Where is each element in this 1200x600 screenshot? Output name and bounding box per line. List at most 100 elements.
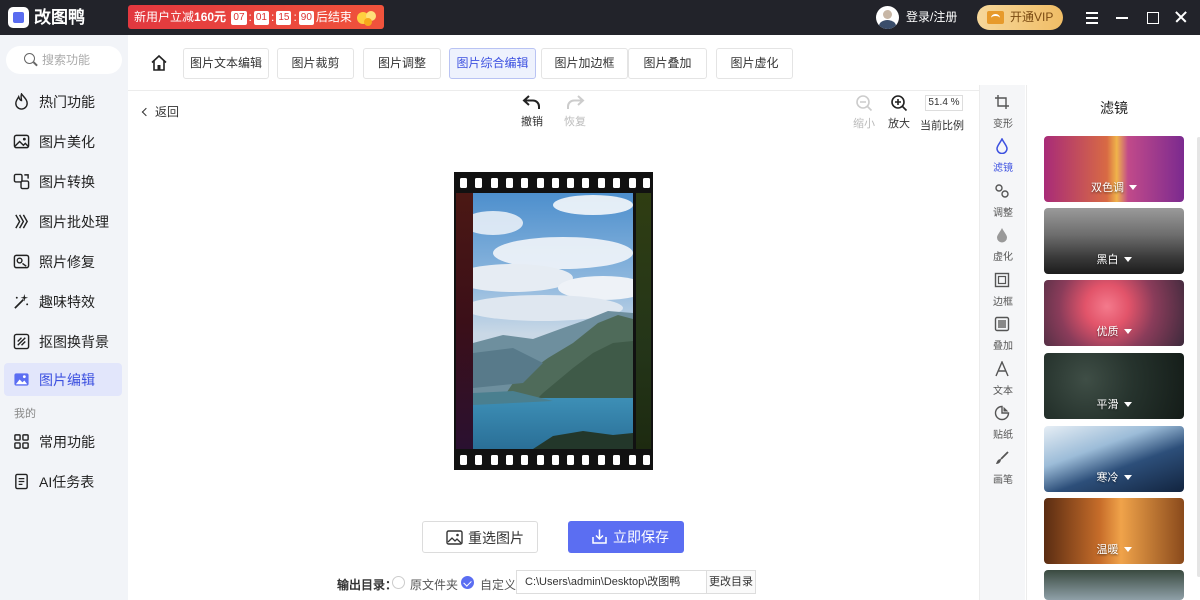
tool-frame[interactable]: 边框 [980,269,1026,309]
filter-name: 优质 [1096,326,1119,338]
tool-overlay[interactable]: 叠加 [980,313,1026,353]
film-perforation [629,455,636,465]
zoom-in-label: 放大 [888,118,910,130]
tool-brush[interactable]: 画笔 [980,447,1026,487]
batch-icon [15,214,28,229]
sidebar-item-label: 图片编辑 [39,372,95,388]
save-label: 立即保存 [613,529,669,545]
film-perforation [460,178,467,188]
film-perforation [582,178,589,188]
zoom-in-button[interactable]: 放大 [887,94,911,131]
canvas-image[interactable] [454,172,653,470]
tab-crop[interactable]: 图片裁剪 [277,48,354,79]
filter-card-bw[interactable]: 黑白 [1044,208,1184,274]
film-perforation [582,455,589,465]
crown-icon [987,11,1004,24]
search-input[interactable] [42,51,116,69]
sidebar-item-hot[interactable]: 热门功能 [4,85,122,118]
promo-prefix: 新用户立减 [134,10,195,24]
filter-card-smooth[interactable]: 平滑 [1044,353,1184,419]
tab-text-edit[interactable]: 图片文本编辑 [183,48,269,79]
filter-name: 黑白 [1096,254,1119,266]
landscape-photo [473,193,633,449]
maximize-icon[interactable] [1141,6,1163,28]
film-perforation [491,455,498,465]
tab-overlay[interactable]: 图片叠加 [628,48,707,79]
tool-transform[interactable]: 变形 [980,91,1026,131]
filter-panel: 滤镜 双色调 黑白 优质 平滑 寒冷 温暖 [1026,85,1200,600]
user-avatar[interactable] [876,6,899,29]
filter-card-premium[interactable]: 优质 [1044,280,1184,346]
app-logo [8,7,29,28]
vip-button[interactable]: 开通VIP [977,5,1063,30]
tool-adjust[interactable]: 调整 [980,180,1026,220]
sidebar-item-label: 热门功能 [39,94,95,110]
sidebar-item-common[interactable]: 常用功能 [4,425,122,458]
tool-tabs: 图片文本编辑 图片裁剪 图片调整 图片综合编辑 图片加边框 图片叠加 图片虚化 [128,35,979,91]
home-icon[interactable] [150,54,168,72]
sidebar-item-cutout[interactable]: 抠图换背景 [4,325,122,358]
redo-icon [567,95,585,109]
filter-drop-icon [996,138,1008,154]
title-bar: 改图鸭 新用户立减160元 07:01:15:90 后结束 登录/注册 开通VIP [0,0,1200,35]
brush-icon [996,451,1009,464]
sidebar-item-beautify[interactable]: 图片美化 [4,125,122,158]
sidebar-item-effects[interactable]: 趣味特效 [4,285,122,318]
zoom-in-icon [891,95,908,112]
login-link[interactable]: 登录/注册 [906,10,957,25]
image-edit-icon [14,373,29,386]
caret-down-icon [1123,475,1132,480]
sidebar-item-image-edit[interactable]: 图片编辑 [4,363,122,396]
filter-card-warm[interactable]: 温暖 [1044,498,1184,564]
tab-adjust[interactable]: 图片调整 [363,48,441,79]
tab-comprehensive-edit[interactable]: 图片综合编辑 [449,48,536,79]
redo-button[interactable]: 恢复 [563,94,587,129]
caret-down-icon [1123,257,1132,262]
film-perforation [598,455,605,465]
reselect-image-button[interactable]: 重选图片 [422,521,538,553]
app-name: 改图鸭 [34,8,85,27]
minimize-icon[interactable] [1111,6,1133,28]
countdown-seconds: 15 [276,11,292,25]
film-edge-left [456,193,474,449]
tool-blur[interactable]: 虚化 [980,224,1026,264]
filter-label: 黑白 [1044,251,1184,267]
undo-button[interactable]: 撤销 [520,94,544,129]
change-dir-button[interactable]: 更改目录 [706,570,756,594]
sidebar-item-batch[interactable]: 图片批处理 [4,205,122,238]
undo-icon [522,95,540,109]
tool-label: 虚化 [993,252,1013,263]
filter-card-cold[interactable]: 寒冷 [1044,426,1184,492]
download-icon [592,529,607,544]
tab-blur[interactable]: 图片虚化 [716,48,793,79]
zoom-value[interactable]: 51.4 % [925,95,963,111]
radio-original-folder[interactable] [392,576,405,589]
sidebar-item-label: AI任务表 [39,474,95,490]
edit-tools-strip: 变形 滤镜 调整 虚化 边框 叠加 文本 贴纸 画笔 [979,85,1025,600]
menu-icon[interactable] [1081,6,1103,28]
close-icon[interactable] [1170,6,1192,28]
save-button[interactable]: 立即保存 [568,521,684,553]
film-perforation [537,178,544,188]
back-button[interactable]: 返回 [141,103,179,120]
sidebar-item-repair[interactable]: 照片修复 [4,245,122,278]
tab-add-border[interactable]: 图片加边框 [541,48,628,79]
promo-banner[interactable]: 新用户立减160元 07:01:15:90 后结束 [128,5,384,29]
sidebar-item-convert[interactable]: 图片转换 [4,165,122,198]
tool-sticker[interactable]: 贴纸 [980,402,1026,442]
output-path-field[interactable]: C:\Users\admin\Desktop\改图鸭 [516,570,706,594]
custom-folder-label: 自定义 [480,578,517,592]
filter-label: 寒冷 [1044,469,1184,485]
gift-icon [357,11,376,26]
search-box[interactable] [6,46,122,74]
tool-filter[interactable]: 滤镜 [980,135,1026,175]
zoom-ratio-label: 当前比例 [920,120,964,132]
film-perforation [491,178,498,188]
zoom-out-button[interactable]: 缩小 [852,94,876,131]
sidebar-item-ai-tasks[interactable]: AI任务表 [4,465,122,498]
filter-label: 优质 [1044,323,1184,339]
radio-custom-folder[interactable] [461,576,474,589]
tool-text[interactable]: 文本 [980,358,1026,398]
filter-card-more[interactable] [1044,570,1184,600]
filter-card-duotone[interactable]: 双色调 [1044,136,1184,202]
